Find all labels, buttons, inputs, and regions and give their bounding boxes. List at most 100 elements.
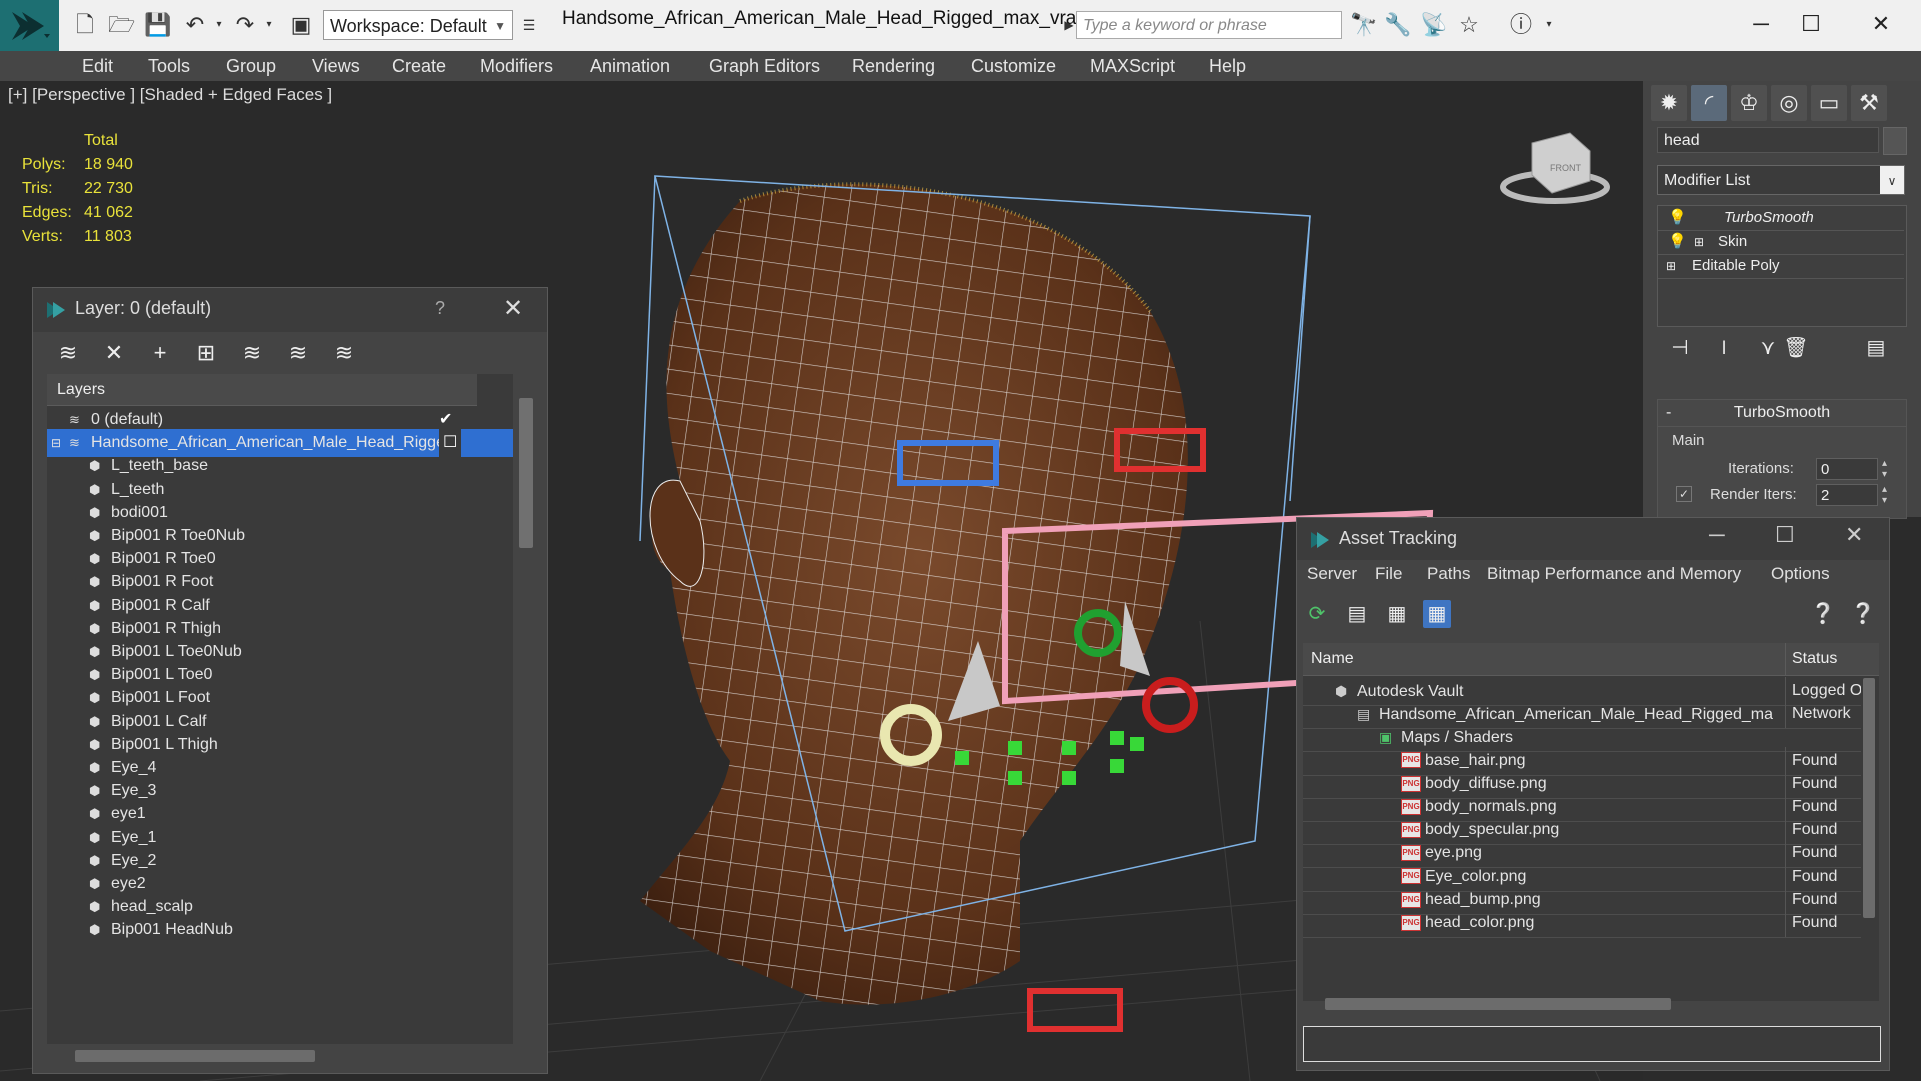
menu-tools[interactable]: Tools bbox=[148, 51, 190, 81]
menu-edit[interactable]: Edit bbox=[82, 51, 113, 81]
select-in-layer-icon[interactable]: ⊞ bbox=[193, 340, 219, 366]
workspace-dropdown[interactable]: Workspace: Default ▼ bbox=[323, 10, 513, 40]
lightbulb-icon[interactable]: 💡 bbox=[1668, 206, 1687, 230]
column-header-status[interactable]: Status bbox=[1785, 643, 1879, 675]
thumbnail-view-icon[interactable]: ▦ bbox=[1383, 600, 1411, 628]
table-view-icon[interactable]: ▦ bbox=[1423, 600, 1451, 628]
object-icon: ⬢ bbox=[89, 760, 101, 775]
project-folder-icon[interactable]: ▣ bbox=[288, 12, 314, 38]
menu-rendering[interactable]: Rendering bbox=[852, 51, 935, 81]
modifier-item-editable-poly[interactable]: ⊞ Editable Poly bbox=[1658, 254, 1904, 279]
horizontal-scrollbar[interactable] bbox=[75, 1050, 315, 1062]
layers-column-header[interactable]: Layers bbox=[47, 374, 477, 406]
make-unique-icon[interactable]: ⋎ bbox=[1755, 335, 1781, 361]
hierarchy-tab-icon[interactable]: ♔ bbox=[1731, 85, 1767, 121]
asset-menu-bitmap-performance[interactable]: Bitmap Performance and Memory bbox=[1487, 564, 1741, 584]
close-button[interactable]: ✕ bbox=[1856, 6, 1906, 42]
stat-label: Polys: bbox=[22, 156, 66, 173]
asset-table-header: Name Status bbox=[1303, 643, 1879, 676]
tools-icon[interactable]: 🔧 bbox=[1384, 12, 1411, 38]
modify-tab-icon[interactable]: ◜ bbox=[1691, 85, 1727, 121]
asset-menu-file[interactable]: File bbox=[1375, 564, 1402, 584]
menu-help[interactable]: Help bbox=[1209, 51, 1246, 81]
show-end-result-icon[interactable]: ⏽ bbox=[1711, 335, 1737, 361]
binoculars-icon[interactable]: 🔭 bbox=[1350, 12, 1377, 38]
motion-tab-icon[interactable]: ◎ bbox=[1771, 85, 1807, 121]
menu-create[interactable]: Create bbox=[392, 51, 446, 81]
modifier-label: Skin bbox=[1718, 233, 1748, 250]
stat-value: 41 062 bbox=[84, 204, 133, 221]
spinner-arrows-icon[interactable]: ▴ ▾ bbox=[1882, 484, 1887, 506]
render-iters-checkbox[interactable]: ✓ bbox=[1676, 486, 1692, 502]
save-icon[interactable]: 💾 bbox=[144, 12, 171, 38]
workspace-menu-icon[interactable]: ☰ bbox=[516, 12, 542, 38]
expand-icon[interactable]: ⊞ bbox=[1694, 230, 1704, 254]
redo-dropdown-icon[interactable]: ▾ bbox=[256, 12, 282, 38]
object-name-field[interactable]: head bbox=[1657, 127, 1879, 153]
render-iters-spinner[interactable]: 2 bbox=[1816, 484, 1878, 506]
app-menu-button[interactable] bbox=[0, 0, 59, 51]
asset-menu-server[interactable]: Server bbox=[1307, 564, 1357, 584]
configure-modifier-sets-icon[interactable]: ▤ bbox=[1863, 335, 1889, 361]
remove-modifier-icon[interactable]: 🗑 bbox=[1783, 335, 1809, 361]
new-file-icon[interactable]: 🗋 bbox=[72, 12, 98, 38]
hide-all-layers-icon[interactable]: ≋ bbox=[285, 340, 311, 366]
modifier-item-skin[interactable]: 💡 ⊞ Skin bbox=[1658, 230, 1904, 255]
asset-menu-paths[interactable]: Paths bbox=[1427, 564, 1470, 584]
highlight-layer-icon[interactable]: ≋ bbox=[239, 340, 265, 366]
create-layer-icon[interactable]: ≋ bbox=[55, 340, 81, 366]
help-icon[interactable]: ⓘ bbox=[1508, 12, 1534, 38]
undo-icon[interactable]: ↶ bbox=[182, 12, 208, 38]
vertical-scrollbar[interactable] bbox=[519, 398, 533, 548]
settings-help-icon[interactable]: ❔ bbox=[1849, 600, 1877, 628]
maximize-button[interactable]: ☐ bbox=[1786, 6, 1836, 42]
lightbulb-icon[interactable]: 💡 bbox=[1668, 230, 1687, 254]
spinner-arrows-icon[interactable]: ▴ ▾ bbox=[1882, 458, 1887, 480]
maximize-button[interactable]: ☐ bbox=[1775, 522, 1795, 548]
freeze-all-layers-icon[interactable]: ≋ bbox=[331, 340, 357, 366]
vertical-scrollbar[interactable] bbox=[1863, 678, 1875, 918]
redo-icon[interactable]: ↷ bbox=[232, 12, 258, 38]
undo-dropdown-icon[interactable]: ▾ bbox=[206, 12, 232, 38]
menu-animation[interactable]: Animation bbox=[590, 51, 670, 81]
refresh-icon[interactable]: ⟳ bbox=[1303, 600, 1331, 628]
menu-customize[interactable]: Customize bbox=[971, 51, 1056, 81]
create-tab-icon[interactable]: ✹ bbox=[1651, 85, 1687, 121]
communication-icon[interactable]: 📡 bbox=[1420, 12, 1447, 38]
iterations-spinner[interactable]: 0 bbox=[1816, 458, 1878, 480]
search-input[interactable]: Type a keyword or phrase bbox=[1076, 11, 1342, 39]
rollout-header[interactable]: - TurboSmooth bbox=[1658, 400, 1906, 427]
help-icon[interactable]: ❔ bbox=[1809, 600, 1837, 628]
modifier-item-turbosmooth[interactable]: 💡 TurboSmooth bbox=[1658, 206, 1904, 231]
display-tab-icon[interactable]: ▭ bbox=[1811, 85, 1847, 121]
object-icon: ⬢ bbox=[89, 783, 101, 799]
object-color-swatch[interactable] bbox=[1883, 127, 1907, 155]
menu-views[interactable]: Views bbox=[312, 51, 360, 81]
delete-layer-icon[interactable]: ✕ bbox=[101, 340, 127, 366]
close-icon[interactable]: ✕ bbox=[1845, 522, 1863, 548]
utilities-tab-icon[interactable]: ⚒ bbox=[1851, 85, 1887, 121]
modifier-list-dropdown[interactable]: Modifier List ∨ bbox=[1657, 165, 1905, 195]
menu-group[interactable]: Group bbox=[226, 51, 276, 81]
column-header-name[interactable]: Name bbox=[1311, 643, 1354, 675]
close-icon[interactable]: ✕ bbox=[503, 294, 523, 323]
menu-maxscript[interactable]: MAXScript bbox=[1090, 51, 1175, 81]
menu-modifiers[interactable]: Modifiers bbox=[480, 51, 553, 81]
help-button[interactable]: ? bbox=[435, 298, 445, 319]
layer-row[interactable]: ⬢ Bip001 HeadNub bbox=[47, 916, 513, 944]
expand-icon[interactable]: ⊞ bbox=[1666, 254, 1676, 278]
list-view-icon[interactable]: ▤ bbox=[1343, 600, 1371, 628]
add-to-layer-icon[interactable]: + bbox=[147, 340, 173, 366]
menu-graph-editors[interactable]: Graph Editors bbox=[709, 51, 820, 81]
pin-stack-icon[interactable]: ⊣ bbox=[1667, 335, 1693, 361]
minimize-button[interactable]: ─ bbox=[1709, 522, 1725, 548]
help-dropdown-icon[interactable]: ▾ bbox=[1536, 12, 1562, 38]
asset-row[interactable]: PNG head_color.png Found bbox=[1303, 909, 1861, 938]
asset-window-titlebar[interactable]: Asset Tracking ─ ☐ ✕ bbox=[1297, 518, 1889, 560]
minimize-button[interactable]: ─ bbox=[1736, 6, 1786, 42]
layer-window-titlebar[interactable]: Layer: 0 (default) ? ✕ bbox=[33, 288, 547, 332]
open-file-icon[interactable]: 🗁 bbox=[108, 12, 135, 38]
asset-menu-options[interactable]: Options bbox=[1771, 564, 1830, 584]
favorites-star-icon[interactable]: ☆ bbox=[1456, 12, 1482, 38]
horizontal-scrollbar[interactable] bbox=[1325, 998, 1671, 1010]
